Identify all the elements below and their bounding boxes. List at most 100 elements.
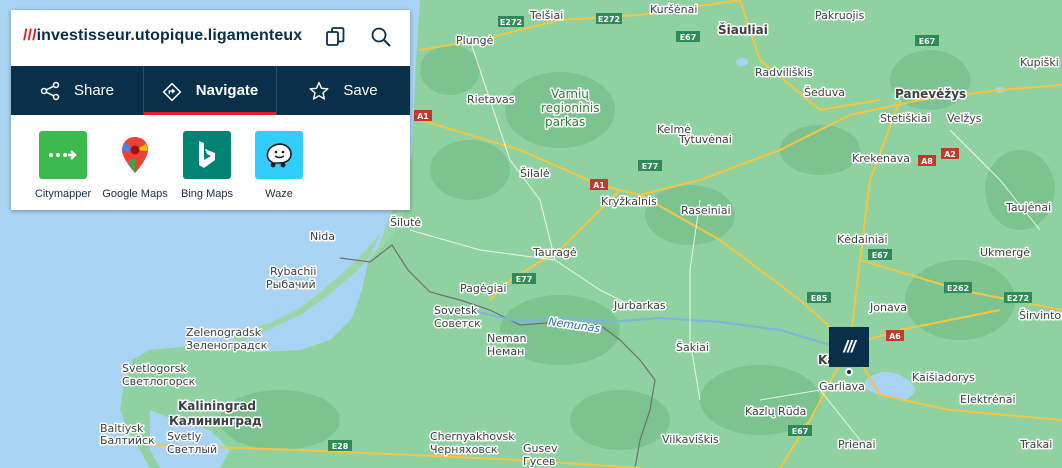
svg-text:A6: A6 [889,332,901,341]
tab-share-label: Share [73,82,115,99]
place-elektrenai: Elektrėnai [960,393,1016,406]
road-shield-e67a: E67 [676,31,700,42]
place-taujenai: Taujėnai [1005,201,1051,214]
svg-text:E77: E77 [642,162,659,171]
road-shield-a1a: A1 [414,110,432,121]
place-sovetsk: Sovetsk [434,304,478,317]
svg-text:A1: A1 [417,112,429,121]
place-zelenogradsk-ru: Зеленоградск [186,339,268,352]
place-rybachii: Rybachii [270,265,316,278]
bing-icon [183,131,231,179]
road-shield-e272b: E272 [596,13,622,24]
place-neman: Neman [487,332,526,345]
place-svetly: Svetly [167,430,202,443]
location-card: ///investisseur.utopique.ligamenteux Sha… [11,10,410,210]
place-seduva: Šeduva [804,86,845,99]
place-silute: Šilutė [390,216,421,229]
navigate-icon [162,81,182,101]
place-jurbarkas: Jurbarkas [613,299,666,312]
place-kryzkalnis: Kryžkalnis [601,195,657,208]
app-waze[interactable]: Waze [243,131,315,200]
place-vilkaviskis: Vilkaviškis [662,433,719,446]
tab-share[interactable]: Share [11,66,144,115]
place-sakiai: Šakiai [676,341,709,354]
card-header: ///investisseur.utopique.ligamenteux [11,10,410,66]
app-bing-maps[interactable]: Bing Maps [171,131,243,200]
app-citymapper-label: Citymapper [34,188,92,200]
road-shield-a2: A2 [941,148,959,159]
tab-save-label: Save [343,82,378,99]
road-shield-e77b: E77 [512,273,536,284]
place-stetiskiai: Stetiškiai [880,112,930,125]
place-velzys: Velžys [947,112,982,125]
road-shield-e85: E85 [807,292,831,303]
svg-text:E28: E28 [332,442,349,451]
google-maps-icon [111,131,159,179]
app-google-maps-label: Google Maps [102,188,168,200]
place-taurage: Tauragė [532,246,577,259]
place-ukmerge: Ukmergė [980,246,1030,259]
park-line1: Varnių [551,87,589,101]
road-shield-e67d: E67 [788,425,812,436]
place-raseiniai: Raseiniai [681,204,731,217]
place-pagegiai: Pagėgiai [460,282,506,295]
place-gusev-ru: Гусев [523,455,556,468]
star-icon [309,81,329,101]
w3w-address[interactable]: ///investisseur.utopique.ligamenteux [23,27,302,45]
place-kaliningrad: Kaliningrad [178,399,256,413]
w3w-slashes: /// [23,27,37,44]
app-waze-label: Waze [265,188,293,200]
road-shield-e67b: E67 [915,35,939,46]
road-shield-e67c: E67 [868,249,892,260]
place-telsiai: Telšiai [529,9,563,22]
share-icon [40,81,60,101]
place-kaliningrad-ru: Калининград [169,414,262,428]
svg-text:E85: E85 [811,294,828,303]
svg-text:E272: E272 [500,18,522,27]
road-shield-e272c: E272 [1004,292,1032,303]
road-shield-a8: A8 [918,155,936,166]
place-prienai: Prienai [838,438,876,451]
action-tabs: Share Navigate Save [11,66,410,115]
road-shield-a1b: A1 [590,179,608,190]
place-garliava: Garliava [819,380,865,393]
svg-text:A2: A2 [944,150,956,159]
road-shield-e77a: E77 [638,160,662,171]
place-kursenai: Kuršėnai [650,3,697,16]
location-marker[interactable]: /// [829,327,869,367]
svg-text:E272: E272 [1007,294,1029,303]
app-google-maps[interactable]: Google Maps [99,131,171,200]
place-kazlu-ruda: Kazlų Rūda [745,405,806,418]
svg-text:E67: E67 [872,251,889,260]
tab-save[interactable]: Save [277,66,410,115]
place-gusev: Gusev [523,442,558,455]
app-citymapper[interactable]: Citymapper [27,131,99,200]
search-icon[interactable] [370,26,392,48]
park-line2: regioninis [541,101,599,115]
place-siauliai: Šiauliai [718,22,768,37]
place-svetlogorsk-ru: Светлогорск [122,375,196,388]
place-krekenava: Krekenava [852,152,910,165]
navigation-apps: Citymapper Google Maps Bing Maps Waze [11,131,410,206]
place-neman-ru: Неман [487,345,524,358]
waze-icon [255,131,303,179]
place-zelenogradsk: Zelenogradsk [186,326,262,339]
w3w-words: investisseur.utopique.ligamenteux [36,27,303,44]
place-pakruojis: Pakruojis [815,9,865,22]
place-kedainiai: Kėdainiai [837,233,888,246]
park-line3: parkas [545,115,585,129]
place-baltiysk-ru: Балтийск [100,434,155,447]
tab-navigate[interactable]: Navigate [144,66,277,115]
copy-icon[interactable] [324,26,346,48]
place-chernyakhovsk-ru: Черняховск [430,443,498,456]
place-nida: Nida [310,230,335,243]
svg-text:E67: E67 [919,37,936,46]
svg-text:E272: E272 [598,15,620,24]
place-radviliskis: Radviliškis [755,66,813,79]
road-shield-a6: A6 [886,330,904,341]
road-shield-e272a: E272 [498,16,524,27]
svg-text:E67: E67 [680,33,697,42]
tab-navigate-label: Navigate [195,82,259,99]
place-plunge: Plungė [456,34,494,47]
place-kupiskis: Kupiški [1020,56,1059,69]
